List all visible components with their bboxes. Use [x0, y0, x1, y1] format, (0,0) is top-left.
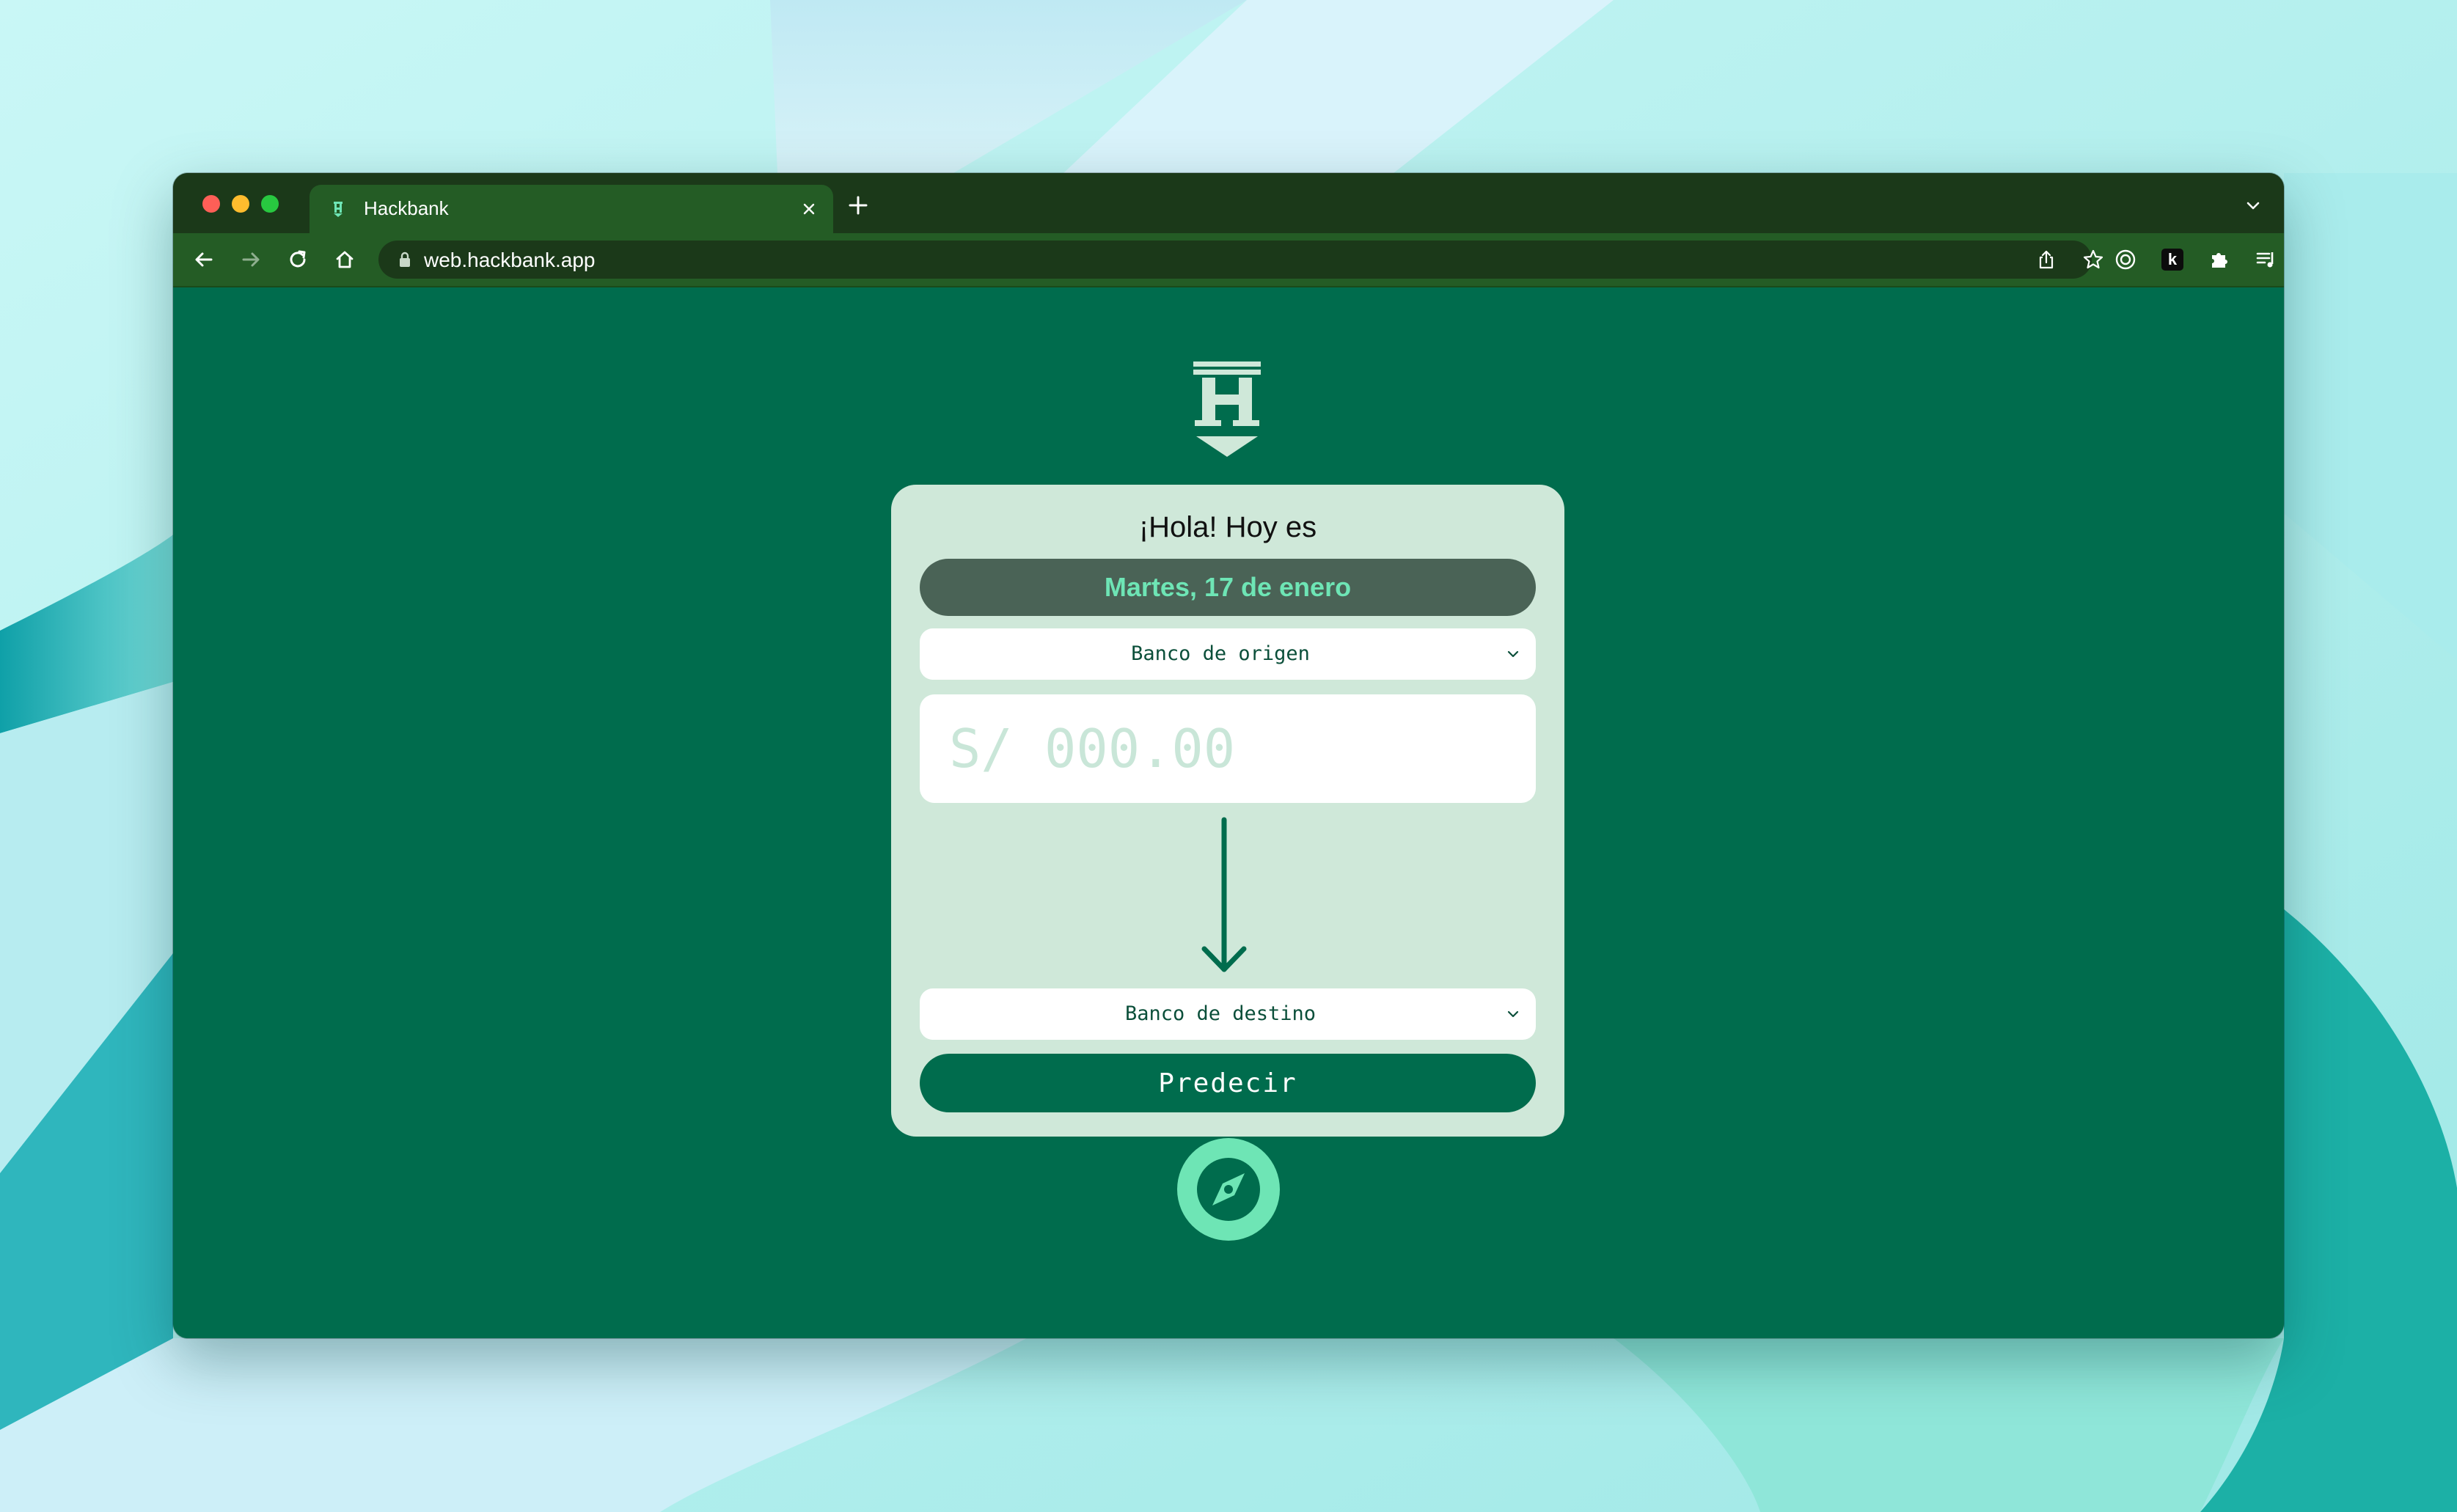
- compass-icon[interactable]: [1177, 1138, 1280, 1241]
- destination-bank-label: Banco de destino: [1124, 1002, 1317, 1025]
- back-button[interactable]: [186, 242, 221, 277]
- arrow-down-icon: [1201, 817, 1247, 972]
- minimize-window-button[interactable]: [232, 195, 249, 213]
- home-button[interactable]: [327, 242, 362, 277]
- plus-icon: [849, 196, 868, 215]
- maximize-window-button[interactable]: [261, 195, 279, 213]
- tab-search-button[interactable]: [2238, 191, 2268, 220]
- chevron-down-icon: [1507, 1010, 1519, 1018]
- home-icon: [336, 251, 354, 268]
- page-content: ¡Hola! Hoy es Martes, 17 de enero Banco …: [173, 287, 2284, 1338]
- extension-record-button[interactable]: [2108, 242, 2143, 277]
- star-icon: [2083, 249, 2103, 269]
- date-badge: Martes, 17 de enero: [920, 559, 1536, 616]
- close-window-button[interactable]: [202, 195, 220, 213]
- extension-k-button[interactable]: k: [2155, 242, 2190, 277]
- new-tab-button[interactable]: [842, 189, 874, 221]
- close-icon: [803, 203, 815, 215]
- extensions-button[interactable]: [2202, 242, 2237, 277]
- hackbank-favicon-icon: [334, 202, 343, 217]
- reload-button[interactable]: [280, 242, 315, 277]
- predict-button[interactable]: Predecir: [920, 1054, 1536, 1112]
- amount-input[interactable]: [920, 694, 1536, 803]
- chevron-down-icon: [1507, 650, 1519, 658]
- bookmark-button[interactable]: [2077, 243, 2109, 276]
- arrow-left-icon: [195, 252, 213, 267]
- puzzle-icon: [2212, 253, 2227, 268]
- k-extension-icon: k: [2161, 249, 2183, 271]
- target-icon: [2115, 249, 2136, 270]
- greeting-text: ¡Hola! Hoy es: [1138, 511, 1317, 543]
- origin-bank-select[interactable]: Banco de origen: [920, 628, 1536, 680]
- origin-bank-label: Banco de origen: [1131, 642, 1310, 665]
- destination-bank-select[interactable]: Banco de destino: [920, 988, 1536, 1040]
- browser-toolbar: web.hackbank.app k: [173, 233, 2284, 287]
- tab-strip: Hackbank: [173, 173, 2284, 233]
- chevron-down-icon: [2247, 202, 2260, 210]
- media-control-button[interactable]: [2249, 242, 2284, 277]
- tab-hackbank[interactable]: Hackbank: [310, 185, 833, 233]
- share-icon: [2039, 250, 2054, 269]
- reload-icon: [290, 250, 306, 268]
- tab-title: Hackbank: [364, 197, 449, 219]
- forward-button[interactable]: [233, 242, 268, 277]
- playlist-icon: [2256, 252, 2274, 268]
- url-text: web.hackbank.app: [424, 249, 596, 271]
- transfer-card: ¡Hola! Hoy es Martes, 17 de enero Banco …: [891, 485, 1564, 1137]
- arrow-right-icon: [242, 252, 260, 267]
- amount-field[interactable]: [920, 694, 1536, 803]
- lock-icon: [400, 252, 410, 267]
- tab-close-button[interactable]: [795, 195, 823, 223]
- browser-window: Hackbank web.hackbank.app k ¡Hola! Hoy e…: [173, 173, 2284, 1338]
- address-bar[interactable]: web.hackbank.app: [378, 241, 2103, 279]
- share-button[interactable]: [2030, 243, 2062, 276]
- hackbank-logo-icon: [1193, 362, 1261, 457]
